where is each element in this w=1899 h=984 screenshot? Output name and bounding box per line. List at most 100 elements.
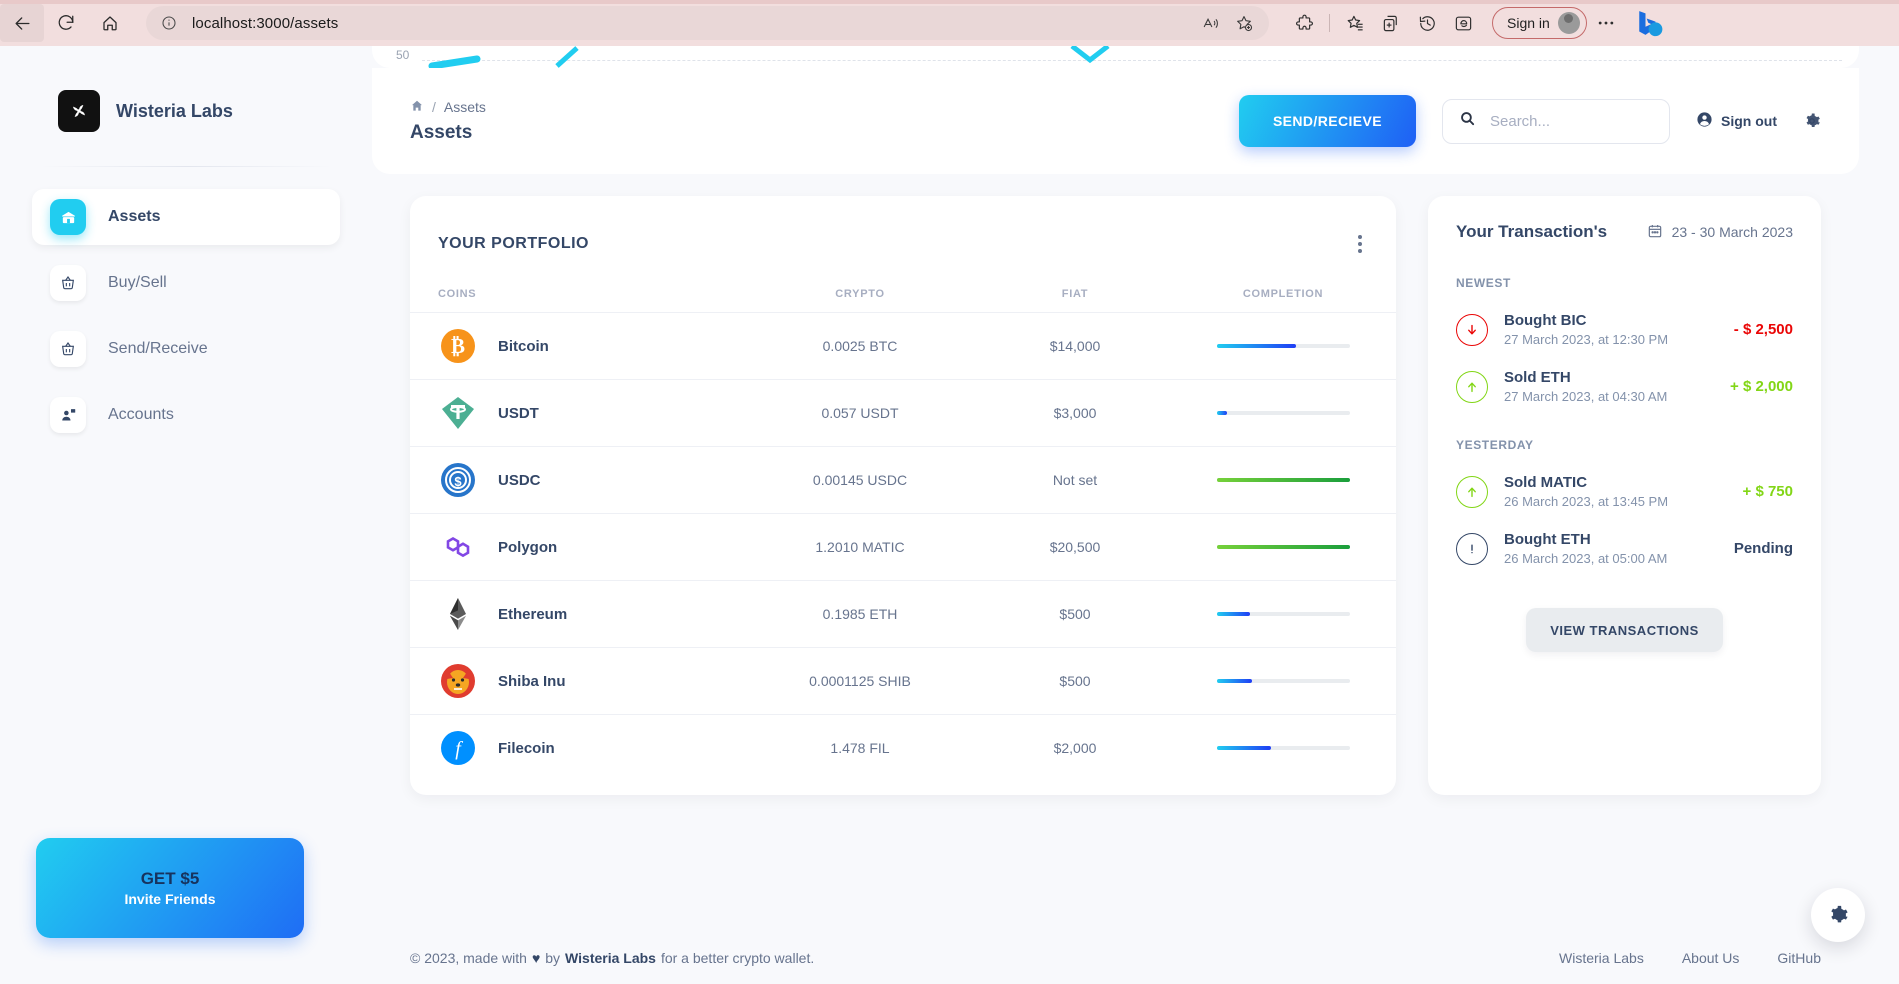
coin-fiat-amount: Not set bbox=[980, 446, 1170, 514]
transaction-time: 26 March 2023, at 13:45 PM bbox=[1504, 494, 1669, 509]
sign-out-button[interactable]: Sign out bbox=[1696, 111, 1777, 131]
send-receive-button[interactable]: SEND/RECIEVE bbox=[1238, 95, 1416, 147]
footer-link-wisteria-labs[interactable]: Wisteria Labs bbox=[1559, 950, 1644, 966]
coin-crypto-amount: 1.478 FIL bbox=[830, 740, 890, 756]
transaction-amount: + $ 750 bbox=[1742, 483, 1793, 500]
home-icon[interactable] bbox=[410, 99, 424, 116]
copyright-by: by bbox=[545, 950, 561, 966]
transaction-group-label: NEWEST bbox=[1456, 276, 1511, 290]
coin-name: USDC bbox=[498, 471, 541, 489]
sidebar-item-buy-sell[interactable]: Buy/Sell bbox=[32, 255, 340, 311]
sidebar-item-label: Buy/Sell bbox=[108, 274, 167, 291]
chart-peek-strip: 50 bbox=[372, 46, 1859, 68]
completion-bar bbox=[1216, 545, 1350, 549]
brand[interactable]: Wisteria Labs bbox=[0, 46, 372, 132]
footer-link-about-us[interactable]: About Us bbox=[1682, 950, 1740, 966]
completion-bar bbox=[1216, 746, 1350, 750]
coin-name: Ethereum bbox=[498, 605, 568, 623]
usdt-icon bbox=[438, 393, 478, 433]
portfolio-table: COINS CRYPTO FIAT COMPLETION ₿ Bitcoin 0… bbox=[410, 266, 1396, 781]
transaction-item[interactable]: Bought ETH 26 March 2023, at 05:00 AM Pe… bbox=[1456, 531, 1793, 566]
heart-icon: ♥ bbox=[531, 950, 541, 966]
arrow-up-icon bbox=[1456, 370, 1488, 403]
coin-crypto-amount: 0.0025 BTC bbox=[740, 312, 980, 380]
svg-text:₿: ₿ bbox=[451, 334, 465, 358]
bing-chat-icon[interactable] bbox=[1631, 6, 1665, 40]
collections-icon[interactable] bbox=[1374, 7, 1408, 39]
sign-out-label: Sign out bbox=[1721, 113, 1777, 129]
table-row[interactable]: ₿ Bitcoin 0.0025 BTC $14,000 bbox=[410, 312, 1396, 380]
basket-icon bbox=[50, 265, 86, 301]
copyright-pre: © 2023, made with bbox=[410, 950, 527, 966]
transaction-item[interactable]: Bought BIC 27 March 2023, at 12:30 PM - … bbox=[1456, 312, 1793, 347]
portfolio-table-body: ₿ Bitcoin 0.0025 BTC $14,000 USDT 0.057 … bbox=[410, 312, 1396, 782]
transactions-date-range[interactable]: 23 - 30 March 2023 bbox=[1647, 223, 1793, 242]
add-favorite-icon[interactable] bbox=[1229, 9, 1259, 37]
address-bar[interactable]: localhost:3000/assets bbox=[146, 6, 1269, 40]
transaction-group-label: YESTERDAY bbox=[1456, 438, 1534, 452]
sidebar-item-send-receive[interactable]: Send/Receive bbox=[32, 321, 340, 377]
promo-subtitle: Invite Friends bbox=[124, 891, 216, 907]
column-header-crypto: CRYPTO bbox=[740, 266, 980, 313]
column-header-completion: COMPLETION bbox=[1170, 266, 1396, 313]
transaction-name: Sold MATIC bbox=[1504, 474, 1588, 491]
table-row[interactable]: f Filecoin 1.478 FIL $2,000 bbox=[410, 715, 1396, 782]
invite-friends-promo-card[interactable]: GET $5 Invite Friends bbox=[36, 838, 304, 938]
search-box[interactable] bbox=[1442, 98, 1670, 144]
browser-refresh-button[interactable] bbox=[44, 4, 88, 42]
ie-mode-icon[interactable] bbox=[1446, 7, 1480, 39]
completion-bar bbox=[1216, 411, 1350, 415]
coin-crypto-amount: 0.057 USDT bbox=[740, 379, 980, 447]
table-row[interactable]: USDT 0.057 USDT $3,000 bbox=[410, 379, 1396, 447]
coin-fiat-amount: $14,000 bbox=[980, 312, 1170, 380]
transaction-item[interactable]: Sold MATIC 26 March 2023, at 13:45 PM + … bbox=[1456, 474, 1793, 509]
table-row[interactable]: Ethereum 0.1985 ETH $500 bbox=[410, 580, 1396, 648]
app-root: 50 Wisteria Labs Assets Buy/Sell Send/Re… bbox=[0, 46, 1899, 984]
header-settings-button[interactable] bbox=[1803, 112, 1821, 130]
browser-back-button[interactable] bbox=[0, 4, 44, 42]
footer-brand[interactable]: Wisteria Labs bbox=[565, 950, 656, 966]
main-content: YOUR PORTFOLIO COINS CRYPTO FIAT COMPLET… bbox=[372, 196, 1859, 795]
favorites-icon[interactable] bbox=[1338, 7, 1372, 39]
view-transactions-button[interactable]: VIEW TRANSACTIONS bbox=[1526, 608, 1723, 652]
table-row[interactable]: Polygon 1.2010 MATIC $20,500 bbox=[410, 513, 1396, 581]
history-icon[interactable] bbox=[1410, 7, 1444, 39]
breadcrumb-current[interactable]: Assets bbox=[444, 99, 486, 115]
transaction-name: Bought ETH bbox=[1504, 531, 1591, 548]
transaction-amount: + $ 2,000 bbox=[1730, 378, 1793, 395]
column-header-fiat: FIAT bbox=[980, 266, 1170, 313]
transaction-item[interactable]: Sold ETH 27 March 2023, at 04:30 AM + $ … bbox=[1456, 369, 1793, 404]
transaction-time: 26 March 2023, at 05:00 AM bbox=[1504, 551, 1668, 566]
sidebar-divider bbox=[40, 166, 332, 167]
more-options-icon[interactable] bbox=[1589, 7, 1623, 39]
kebab-menu-icon[interactable] bbox=[1352, 229, 1368, 259]
portfolio-card: YOUR PORTFOLIO COINS CRYPTO FIAT COMPLET… bbox=[410, 196, 1396, 795]
settings-fab-button[interactable] bbox=[1811, 888, 1865, 942]
transaction-name: Bought BIC bbox=[1504, 312, 1587, 329]
sidebar-item-label: Assets bbox=[108, 208, 161, 225]
extensions-icon[interactable] bbox=[1287, 7, 1321, 39]
coin-crypto-amount: 0.0001125 SHIB bbox=[740, 647, 980, 715]
coin-name: Shiba Inu bbox=[498, 672, 566, 690]
sidebar-item-assets[interactable]: Assets bbox=[32, 189, 340, 245]
search-input[interactable] bbox=[1490, 112, 1653, 130]
browser-home-button[interactable] bbox=[88, 4, 132, 42]
sidebar-item-label: Send/Receive bbox=[108, 340, 208, 357]
svg-text:$: $ bbox=[454, 474, 462, 489]
completion-bar bbox=[1216, 344, 1350, 348]
page-title: Assets bbox=[410, 121, 473, 143]
read-aloud-icon[interactable] bbox=[1195, 9, 1225, 37]
basket-icon bbox=[50, 331, 86, 367]
footer-link-github[interactable]: GitHub bbox=[1777, 950, 1821, 966]
transactions-card: Your Transaction's 23 - 30 March 2023 NE… bbox=[1428, 196, 1821, 795]
browser-toolbar: localhost:3000/assets Sign in bbox=[0, 0, 1899, 46]
table-row[interactable]: $ USDC 0.00145 USDC Not set bbox=[410, 446, 1396, 514]
browser-signin-button[interactable]: Sign in bbox=[1492, 7, 1587, 39]
sidebar-item-accounts[interactable]: Accounts bbox=[32, 387, 340, 443]
url-text: localhost:3000/assets bbox=[192, 14, 339, 32]
transaction-time: 27 March 2023, at 04:30 AM bbox=[1504, 389, 1668, 404]
table-row[interactable]: Shiba Inu 0.0001125 SHIB $500 bbox=[410, 647, 1396, 715]
bitcoin-icon: ₿ bbox=[438, 326, 478, 366]
site-info-icon[interactable] bbox=[156, 10, 182, 36]
coin-name: Filecoin bbox=[498, 739, 555, 757]
